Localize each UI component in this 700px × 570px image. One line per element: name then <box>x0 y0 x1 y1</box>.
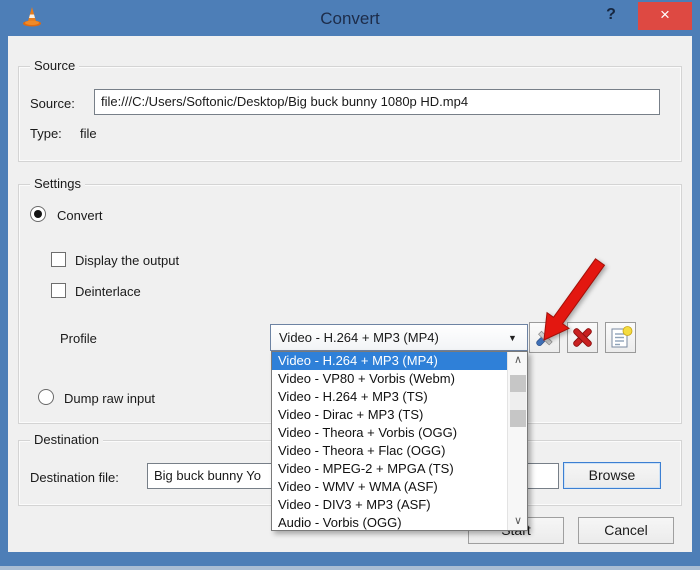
destination-group-label: Destination <box>30 432 103 447</box>
source-group-label: Source <box>30 58 79 73</box>
dropdown-item[interactable]: Video - Theora + Vorbis (OGG) <box>272 424 508 442</box>
dialog-body: Source Source: file:///C:/Users/Softonic… <box>8 36 692 552</box>
settings-group-label: Settings <box>30 176 85 191</box>
dump-raw-input-radio[interactable] <box>38 389 54 405</box>
dropdown-item[interactable]: Video - WMV + WMA (ASF) <box>272 478 508 496</box>
convert-dialog-window: Convert ? × Source Source: file:///C:/Us… <box>0 0 700 570</box>
dropdown-scrollbar[interactable]: ∧ ∨ <box>507 352 527 530</box>
edit-profile-button[interactable] <box>529 322 560 353</box>
source-field-label: Source: <box>30 96 75 111</box>
dropdown-item[interactable]: Video - Theora + Flac (OGG) <box>272 442 508 460</box>
type-value: file <box>80 126 97 141</box>
convert-radio[interactable] <box>30 206 46 222</box>
dump-raw-input-label: Dump raw input <box>64 391 155 406</box>
titlebar[interactable]: Convert ? × <box>0 0 700 36</box>
dropdown-item[interactable]: Video - VP80 + Vorbis (Webm) <box>272 370 508 388</box>
profile-label: Profile <box>60 331 97 346</box>
dropdown-item[interactable]: Video - H.264 + MP3 (MP4) <box>272 352 508 370</box>
deinterlace-label: Deinterlace <box>75 284 141 299</box>
close-button[interactable]: × <box>638 2 692 30</box>
help-button[interactable]: ? <box>600 6 622 30</box>
profile-combobox[interactable]: Video - H.264 + MP3 (MP4) <box>270 324 528 351</box>
window-frame-edge <box>0 566 700 570</box>
type-label: Type: <box>30 126 62 141</box>
destination-file-label: Destination file: <box>30 470 119 485</box>
display-output-checkbox[interactable] <box>51 252 66 267</box>
convert-radio-label: Convert <box>57 208 103 223</box>
browse-button[interactable]: Browse <box>563 462 661 489</box>
document-new-icon <box>607 324 634 351</box>
red-x-icon <box>570 325 595 350</box>
scrollbar-up-icon[interactable]: ∧ <box>508 352 528 369</box>
source-path-field[interactable]: file:///C:/Users/Softonic/Desktop/Big bu… <box>94 89 660 115</box>
dropdown-item[interactable]: Video - H.264 + MP3 (TS) <box>272 388 508 406</box>
dropdown-item[interactable]: Video - DIV3 + MP3 (ASF) <box>272 496 508 514</box>
wrench-tools-icon <box>531 324 558 351</box>
deinterlace-checkbox[interactable] <box>51 283 66 298</box>
window-title: Convert <box>0 9 700 29</box>
scrollbar-thumb[interactable] <box>510 375 526 427</box>
delete-profile-button[interactable] <box>567 322 598 353</box>
dropdown-item[interactable]: Audio - Vorbis (OGG) <box>272 514 508 532</box>
cancel-button[interactable]: Cancel <box>578 517 674 544</box>
dropdown-item[interactable]: Video - MPEG-2 + MPGA (TS) <box>272 460 508 478</box>
profile-dropdown-list: Video - H.264 + MP3 (MP4) Video - VP80 +… <box>271 351 528 531</box>
dropdown-item[interactable]: Video - Dirac + MP3 (TS) <box>272 406 508 424</box>
new-profile-button[interactable] <box>605 322 636 353</box>
scrollbar-down-icon[interactable]: ∨ <box>508 513 528 530</box>
display-output-label: Display the output <box>75 253 179 268</box>
